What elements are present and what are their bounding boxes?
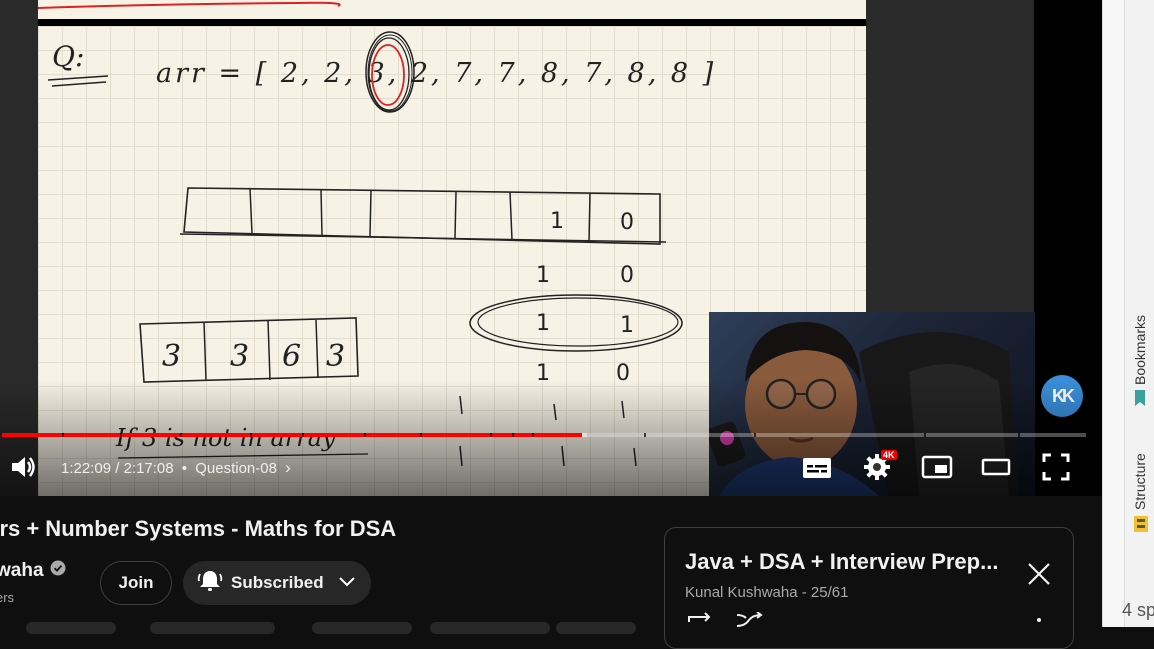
chapter-marker [754, 433, 756, 437]
bookmarks-label: Bookmarks [1132, 314, 1148, 385]
join-button[interactable]: Join [100, 561, 172, 605]
chapter-marker [1018, 433, 1020, 437]
verified-icon [50, 560, 66, 582]
row2-bit-a: 1 [536, 263, 550, 288]
close-icon[interactable] [1025, 560, 1053, 588]
structure-icon [1133, 515, 1149, 538]
action-pill[interactable] [150, 622, 275, 634]
playlist-panel: Java + DSA + Interview Prep... Kunal Kus… [664, 527, 1074, 649]
cell-bit-1: 1 [550, 209, 564, 234]
chapter-marker [62, 433, 64, 437]
video-title: ors + Number Systems - Maths for DSA [0, 516, 397, 541]
chapter-marker [120, 433, 122, 437]
chevron-down-icon [338, 573, 356, 593]
chapter-marker [644, 433, 646, 437]
time-separator: / [111, 460, 124, 477]
subscriber-count: ers [0, 590, 15, 605]
row3-bit-b: 1 [620, 313, 634, 338]
action-buttons-row [0, 622, 660, 634]
row2-bit-b: 0 [620, 263, 634, 288]
more-options-icon[interactable] [1035, 616, 1043, 641]
action-pill[interactable] [430, 622, 550, 634]
bell-icon [197, 568, 223, 599]
row3-bit-a: 1 [536, 311, 550, 336]
chapter-title[interactable]: Question-08 [195, 460, 277, 477]
chapter-marker [490, 433, 492, 437]
playlist-subtitle[interactable]: Kunal Kushwaha - 25/61 [685, 584, 848, 601]
chapter-marker [924, 433, 926, 437]
row4-bit-b: 0 [616, 361, 630, 386]
settings-gear-icon[interactable]: 4K [861, 450, 897, 482]
player-letterbox-left [0, 0, 38, 496]
action-pill[interactable] [312, 622, 412, 634]
bottom-array-0: 3 [162, 339, 181, 374]
miniplayer-icon[interactable] [920, 454, 954, 480]
action-pill[interactable] [556, 622, 636, 634]
bottom-array-2: 6 [282, 339, 301, 374]
loop-icon[interactable] [685, 612, 715, 637]
volume-icon[interactable] [8, 454, 38, 480]
player-letterbox-far-right [1034, 0, 1102, 496]
structure-tab[interactable]: Structure [1132, 453, 1148, 510]
chapter-marker [250, 433, 252, 437]
progress-bar[interactable] [2, 433, 1086, 437]
question-label: Q: [52, 40, 84, 73]
subscribed-button[interactable]: Subscribed [183, 561, 371, 605]
editor-partial-text: 4 sp [1122, 600, 1154, 620]
channel-name-text[interactable]: waha [0, 560, 44, 582]
subtitles-icon[interactable] [801, 454, 833, 482]
chapter-bullet: • [181, 460, 188, 477]
chevron-right-icon[interactable]: › [285, 458, 291, 477]
video-player[interactable]: Q: arr = [ 2, 2, 3, 2, 7, 7, 8, 7, 8, 8 … [0, 0, 1102, 496]
player-controls: 1:22:09 / 2:17:08 • Question-08 › 4K [0, 446, 1102, 488]
row4-bit-a: 1 [536, 361, 550, 386]
player-letterbox-right [866, 0, 1034, 312]
channel-watermark-icon[interactable]: KK [1041, 375, 1083, 417]
bottom-array-3: 3 [326, 339, 345, 374]
channel-name[interactable]: waha [0, 560, 66, 582]
chapter-marker [532, 433, 534, 437]
theater-mode-icon[interactable] [980, 456, 1012, 478]
chapter-marker [420, 433, 422, 437]
progress-played [2, 433, 582, 437]
duration: 2:17:08 [123, 460, 174, 477]
chapter-marker [302, 433, 304, 437]
whiteboard-top-strip [38, 0, 866, 19]
action-pill[interactable] [26, 622, 116, 634]
structure-label: Structure [1132, 453, 1148, 510]
chapter-marker [512, 433, 514, 437]
chapter-marker [364, 433, 366, 437]
time-display: 1:22:09 / 2:17:08 • Question-08 › [61, 458, 291, 478]
bookmarks-tab[interactable]: Bookmarks [1132, 315, 1148, 385]
current-time: 1:22:09 [61, 460, 112, 477]
fullscreen-icon[interactable] [1040, 452, 1072, 482]
shuffle-icon[interactable] [735, 611, 765, 637]
cell-bit-0: 0 [620, 210, 634, 235]
array-text: arr = [ 2, 2, 3, 2, 7, 7, 8, 7, 8, 8 ] [156, 58, 716, 89]
bottom-array-1: 3 [230, 339, 249, 374]
chapter-marker [180, 433, 182, 437]
quality-badge: 4K [881, 450, 897, 460]
playlist-title[interactable]: Java + DSA + Interview Prep... [685, 549, 998, 575]
subscribed-label: Subscribed [231, 573, 324, 592]
bookmark-icon [1133, 389, 1147, 412]
